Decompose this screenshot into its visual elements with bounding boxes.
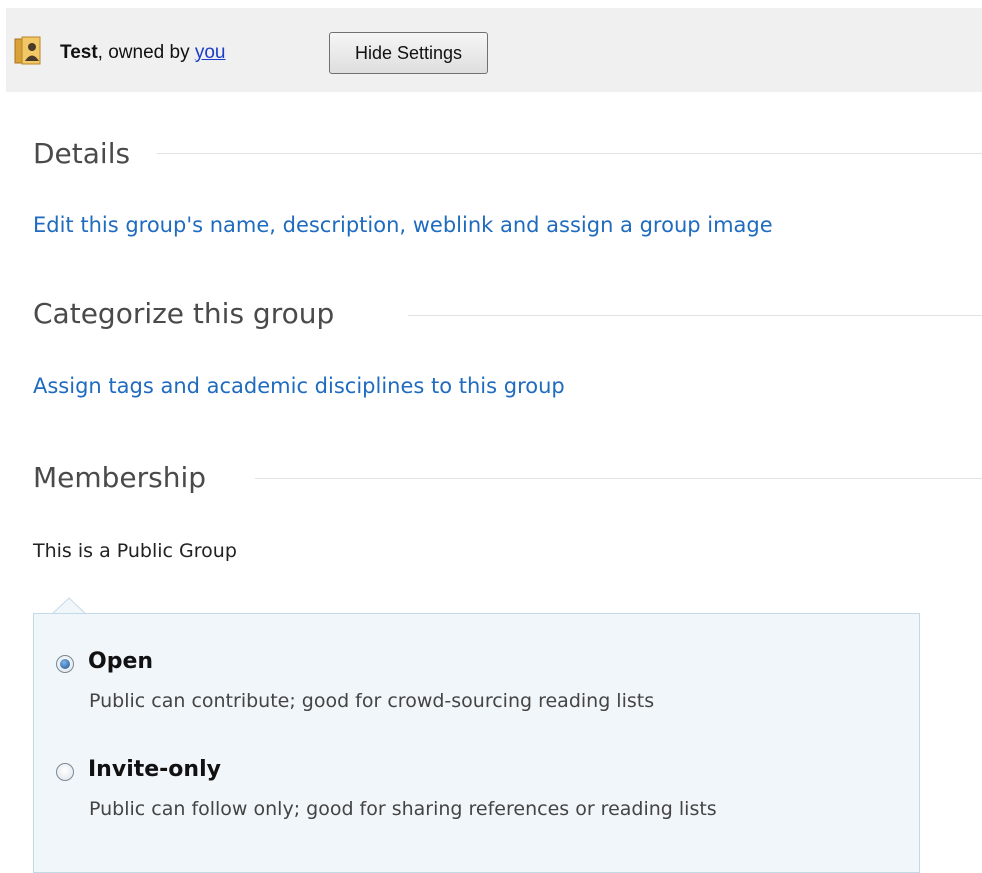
invite-only-radio[interactable] [56, 763, 74, 781]
open-label[interactable]: Open [88, 649, 153, 674]
open-radio[interactable] [56, 655, 74, 673]
invite-only-label[interactable]: Invite-only [88, 757, 221, 782]
invite-only-description: Public can follow only; good for sharing… [89, 798, 717, 820]
group-visibility-status: This is a Public Group [33, 540, 237, 562]
membership-divider [255, 478, 982, 479]
categorize-divider [408, 315, 982, 316]
details-heading: Details [33, 137, 131, 170]
group-title: Test, owned by you [60, 42, 225, 64]
membership-options-panel: Open Public can contribute; good for cro… [33, 613, 920, 873]
group-name: Test [60, 42, 98, 63]
hide-settings-button[interactable]: Hide Settings [329, 32, 488, 74]
categorize-heading: Categorize this group [33, 297, 335, 330]
edit-group-details-link[interactable]: Edit this group's name, description, web… [33, 213, 773, 237]
membership-heading: Membership [33, 461, 207, 494]
open-description: Public can contribute; good for crowd-so… [89, 690, 655, 712]
details-divider [157, 153, 982, 154]
owned-by-text: , owned by [97, 42, 195, 63]
owner-link[interactable]: you [195, 42, 226, 63]
group-folder-icon [14, 36, 41, 65]
assign-tags-link[interactable]: Assign tags and academic disciplines to … [33, 374, 565, 398]
